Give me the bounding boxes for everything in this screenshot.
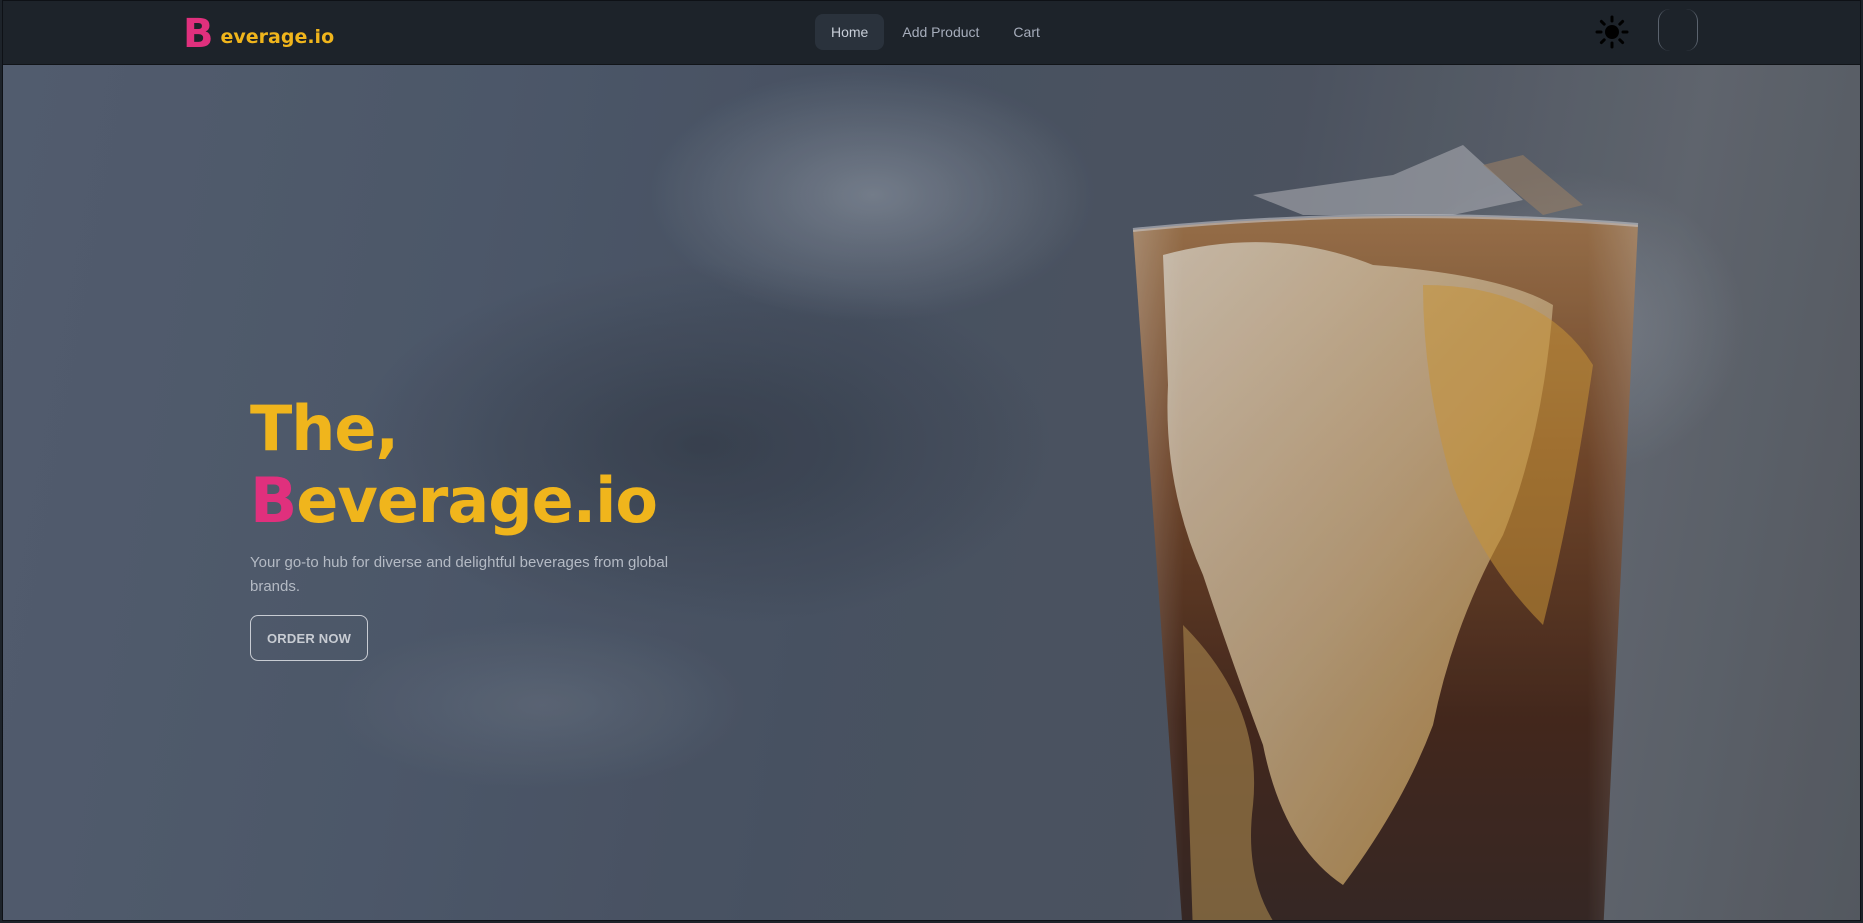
hero-subtitle: Your go-to hub for diverse and delightfu… [250, 554, 669, 595]
brand-logo[interactable]: B everage.io [183, 13, 334, 55]
brand-initial: B [183, 11, 214, 57]
hero-title-line1: The, [250, 392, 399, 465]
cart-indicator[interactable] [1658, 9, 1698, 51]
nav-cart[interactable]: Cart [997, 14, 1055, 50]
hero-section: The, Beverage.io Your go-to hub for dive… [3, 65, 1860, 920]
theme-toggle-button[interactable] [1595, 15, 1629, 49]
sun-icon [1595, 15, 1629, 49]
hero-content: The, Beverage.io Your go-to hub for dive… [250, 393, 710, 661]
brand-name: everage.io [220, 26, 335, 48]
hero-title-rest: everage.io [296, 464, 658, 537]
hero-title: The, Beverage.io [250, 393, 710, 537]
navbar: B everage.io Home Add Product Cart [3, 1, 1860, 65]
nav-add-product[interactable]: Add Product [886, 14, 995, 50]
order-now-button[interactable]: ORDER NOW [250, 615, 369, 661]
main-nav: Home Add Product Cart [815, 14, 1056, 50]
hero-title-initial: B [250, 464, 297, 537]
app-window: B everage.io Home Add Product Cart The, … [2, 0, 1861, 921]
nav-home[interactable]: Home [815, 14, 885, 50]
